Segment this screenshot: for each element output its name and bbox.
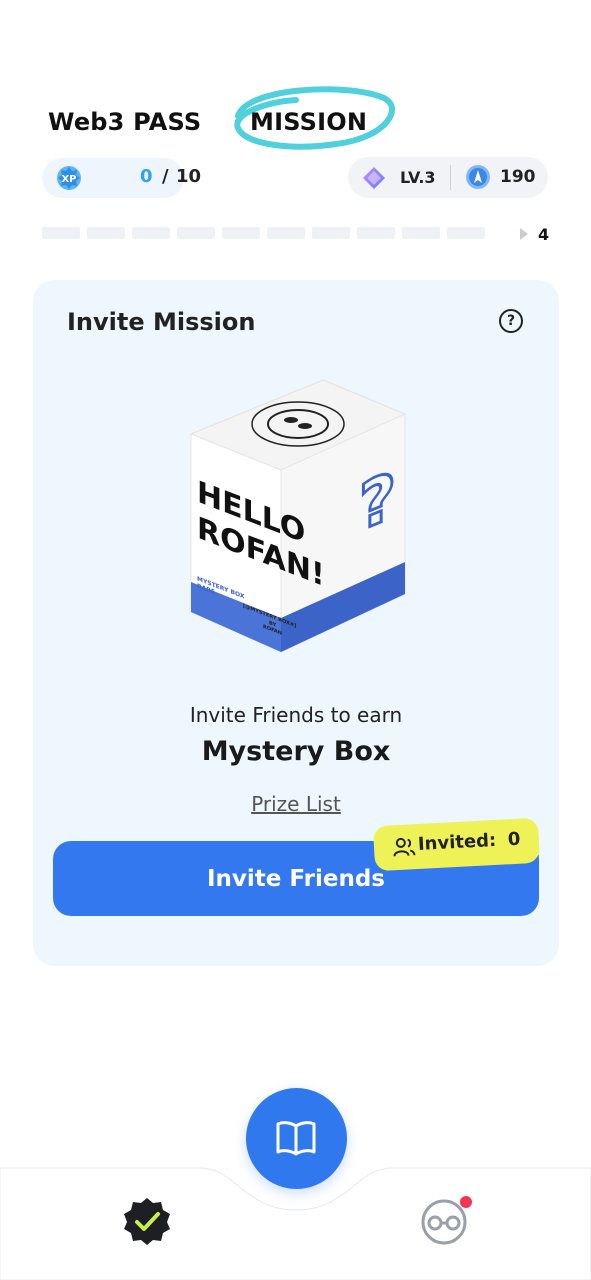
svg-text:XP: XP (61, 174, 76, 185)
invited-label: Invited: (417, 829, 497, 856)
verified-check-icon[interactable] (122, 1196, 172, 1246)
book-icon (276, 1121, 316, 1156)
progress-segment (42, 227, 80, 239)
notification-dot (460, 1196, 472, 1208)
coin-icon (466, 165, 490, 189)
invited-count-badge: Invited: 0 (372, 817, 541, 872)
progress-segment (222, 227, 260, 239)
progress-target: 4 (538, 225, 550, 244)
progress-segment (402, 227, 440, 239)
center-book-button[interactable] (246, 1088, 347, 1189)
progress-arrow-icon (520, 228, 528, 240)
card-title: Invite Mission (67, 308, 256, 336)
diamond-icon (363, 167, 385, 189)
mission-page: Web3 PASS MISSION XP 0 / 10 LV.3 190 4 I… (0, 0, 591, 1280)
box-question-mark: ? (359, 456, 396, 546)
xp-badge-icon: XP (57, 166, 81, 190)
header-tabs: Web3 PASS MISSION (0, 86, 591, 150)
help-icon[interactable]: ? (499, 309, 523, 333)
tab-web3-pass[interactable]: Web3 PASS (48, 108, 201, 136)
xp-separator: / (162, 166, 169, 187)
invited-count: 0 (507, 828, 521, 851)
progress-segment (267, 227, 305, 239)
invite-mission-card: Invite Mission ? ? HELLO ROFAN! MYSTERY (33, 280, 559, 966)
mission-progress (42, 227, 488, 239)
xp-current: 0 (140, 166, 153, 187)
level-label: LV.3 (400, 168, 436, 187)
tab-mission[interactable]: MISSION (250, 108, 367, 136)
coin-amount: 190 (500, 167, 536, 187)
level-coins-pill: LV.3 190 (348, 157, 548, 198)
pill-divider (450, 165, 451, 190)
progress-segment (87, 227, 125, 239)
progress-segment (447, 227, 485, 239)
users-icon (393, 837, 416, 857)
progress-segment (312, 227, 350, 239)
prize-list-link[interactable]: Prize List (33, 792, 559, 816)
progress-segment (132, 227, 170, 239)
xp-max: 10 (176, 166, 202, 187)
progress-segment (357, 227, 395, 239)
reward-title: Mystery Box (201, 736, 391, 767)
mystery-box-image: ? HELLO ROFAN! MYSTERY BOX RARE [@MYSTER… (189, 379, 407, 653)
earn-text: Invite Friends to earn (189, 703, 403, 727)
xp-counter: XP 0 / 10 (42, 158, 201, 198)
progress-segment (177, 227, 215, 239)
